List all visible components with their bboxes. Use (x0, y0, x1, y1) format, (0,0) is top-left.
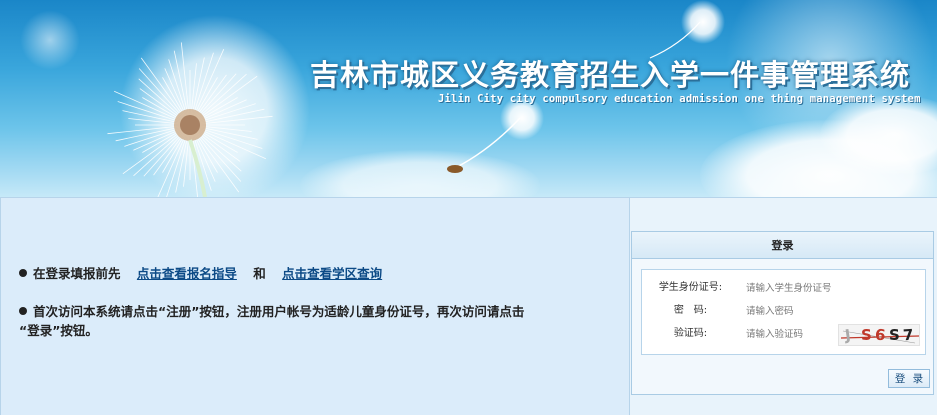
bullet-icon (19, 307, 27, 315)
notice-guide-line: 在登录填报前先 点击查看报名指导 和 点击查看学区查询 (19, 264, 382, 284)
captcha-char: S (861, 326, 872, 344)
captcha-char: 6 (874, 325, 887, 345)
system-title: 吉林市城区义务教育招生入学一件事管理系统 (310, 58, 911, 92)
captcha-char: S (889, 326, 900, 344)
notice-register-line: 首次访问本系统请点击“注册”按钮，注册用户帐号为适龄儿童身份证号，再次访问请点击 (19, 302, 524, 322)
notice-and: 和 (253, 266, 266, 281)
password-row: 密 码: (642, 301, 927, 321)
notice-login-line: “登录”按钮。 (19, 321, 98, 341)
student-id-input[interactable] (746, 280, 836, 296)
login-form: 学生身份证号: 密 码: 验证码: J (641, 269, 926, 355)
captcha-row: 验证码: J S 6 S 7 (642, 324, 927, 346)
captcha-char: 7 (902, 325, 915, 345)
notice-panel: 在登录填报前先 点击查看报名指导 和 点击查看学区查询 首次访问本系统请点击“注… (0, 198, 630, 415)
notice-prefix: 在登录填报前先 (33, 266, 121, 281)
password-input[interactable] (746, 303, 836, 319)
password-label: 密 码: (673, 305, 708, 316)
login-button[interactable]: 登 录 (888, 369, 930, 388)
login-button-bar: 登 录 (630, 364, 937, 392)
header-banner: 吉林市城区义务教育招生入学一件事管理系统 Jilin City city com… (0, 0, 937, 197)
login-header: 登录 (632, 232, 933, 259)
captcha-image[interactable]: J S 6 S 7 (838, 324, 920, 346)
notice-register-text: 首次访问本系统请点击“注册”按钮，注册用户帐号为适龄儿童身份证号，再次访问请点击 (33, 304, 525, 319)
main-content: 在登录填报前先 点击查看报名指导 和 点击查看学区查询 首次访问本系统请点击“注… (0, 197, 937, 415)
registration-guide-link[interactable]: 点击查看报名指导 (137, 266, 237, 281)
captcha-input[interactable] (746, 326, 836, 342)
school-district-query-link[interactable]: 点击查看学区查询 (282, 266, 382, 281)
notice-login-text: “登录”按钮。 (19, 323, 98, 338)
id-label: 学生身份证号: (658, 282, 723, 293)
login-panel: 登录 学生身份证号: 密 码: 验证码: (630, 198, 937, 415)
captcha-label: 验证码: (673, 328, 708, 339)
id-row: 学生身份证号: (642, 278, 927, 298)
system-subtitle: Jilin City city compulsory education adm… (438, 93, 921, 105)
bullet-icon (19, 269, 27, 277)
